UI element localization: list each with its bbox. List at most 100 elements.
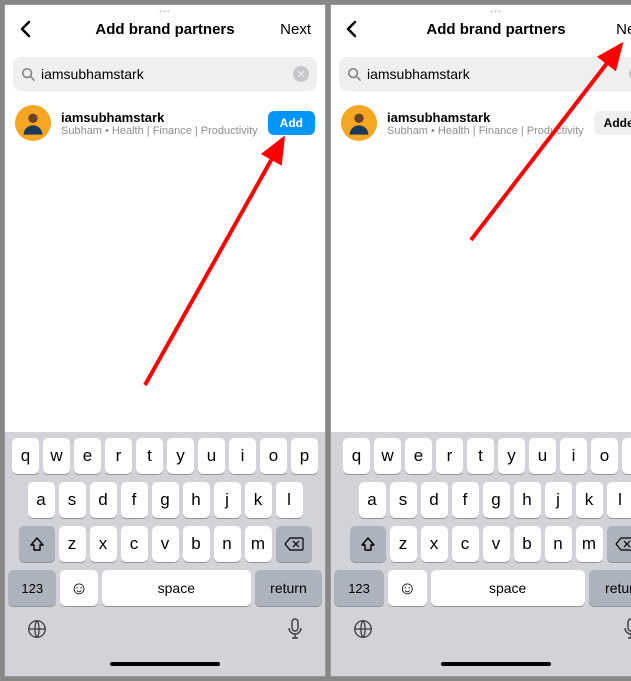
key-s[interactable]: s (59, 482, 86, 518)
next-button[interactable]: Next (610, 17, 631, 42)
key-q[interactable]: q (12, 438, 39, 474)
key-e[interactable]: e (74, 438, 101, 474)
key-t[interactable]: t (136, 438, 163, 474)
key-n[interactable]: n (214, 526, 241, 562)
result-text: iamsubhamstark Subham • Health | Finance… (387, 110, 584, 137)
key-s[interactable]: s (390, 482, 417, 518)
page-title: Add brand partners (331, 21, 631, 38)
key-i[interactable]: i (229, 438, 256, 474)
key-h[interactable]: h (514, 482, 541, 518)
key-d[interactable]: d (421, 482, 448, 518)
key-j[interactable]: j (545, 482, 572, 518)
keyboard-row-4: 123 ☺ space return (8, 570, 322, 606)
next-button[interactable]: Next (274, 17, 317, 42)
search-result-row[interactable]: iamsubhamstark Subham • Health | Finance… (331, 99, 631, 147)
key-k[interactable]: k (576, 482, 603, 518)
back-button[interactable] (13, 16, 39, 42)
keyboard-bottom-bar (8, 614, 322, 648)
keyboard: q w e r t y u i o p a s d f g h j k l z … (331, 432, 631, 676)
key-emoji[interactable]: ☺ (388, 570, 427, 606)
key-g[interactable]: g (152, 482, 179, 518)
search-result-row[interactable]: iamsubhamstark Subham • Health | Finance… (5, 99, 325, 147)
key-n[interactable]: n (545, 526, 572, 562)
key-u[interactable]: u (529, 438, 556, 474)
keyboard-row-1: q w e r t y u i o p (334, 438, 631, 474)
search-icon (21, 67, 35, 81)
search-field[interactable]: ✕ (339, 57, 631, 91)
key-space[interactable]: space (431, 570, 585, 606)
key-f[interactable]: f (121, 482, 148, 518)
key-l[interactable]: l (607, 482, 631, 518)
header: Add brand partners Next (5, 5, 325, 53)
result-username: iamsubhamstark (387, 110, 584, 125)
key-t[interactable]: t (467, 438, 494, 474)
key-return[interactable]: return (589, 570, 631, 606)
key-l[interactable]: l (276, 482, 303, 518)
key-z[interactable]: z (59, 526, 86, 562)
key-numbers[interactable]: 123 (334, 570, 384, 606)
key-m[interactable]: m (576, 526, 603, 562)
content-spacer (331, 147, 631, 432)
key-w[interactable]: w (43, 438, 70, 474)
keyboard-row-3: z x c v b n m (334, 526, 631, 562)
clear-search-icon[interactable]: ✕ (293, 66, 309, 82)
key-r[interactable]: r (436, 438, 463, 474)
home-indicator[interactable] (334, 656, 631, 672)
search-field[interactable]: ✕ (13, 57, 317, 91)
key-e[interactable]: e (405, 438, 432, 474)
key-shift[interactable] (350, 526, 386, 562)
key-f[interactable]: f (452, 482, 479, 518)
key-u[interactable]: u (198, 438, 225, 474)
key-y[interactable]: y (498, 438, 525, 474)
key-x[interactable]: x (421, 526, 448, 562)
keyboard: q w e r t y u i o p a s d f g h j k l z … (5, 432, 325, 676)
key-j[interactable]: j (214, 482, 241, 518)
key-b[interactable]: b (514, 526, 541, 562)
key-space[interactable]: space (102, 570, 251, 606)
key-p[interactable]: p (291, 438, 318, 474)
mic-icon[interactable] (286, 618, 304, 646)
key-k[interactable]: k (245, 482, 272, 518)
search-input[interactable] (367, 66, 623, 82)
key-c[interactable]: c (452, 526, 479, 562)
key-shift[interactable] (19, 526, 55, 562)
keyboard-row-2: a s d f g h j k l (334, 482, 631, 518)
key-w[interactable]: w (374, 438, 401, 474)
add-button[interactable]: Add (268, 111, 315, 135)
home-indicator[interactable] (8, 656, 322, 672)
header: Add brand partners Next (331, 5, 631, 53)
key-backspace[interactable] (607, 526, 631, 562)
key-o[interactable]: o (591, 438, 618, 474)
key-g[interactable]: g (483, 482, 510, 518)
key-o[interactable]: o (260, 438, 287, 474)
globe-icon[interactable] (352, 618, 374, 646)
key-y[interactable]: y (167, 438, 194, 474)
key-return[interactable]: return (255, 570, 322, 606)
key-z[interactable]: z (390, 526, 417, 562)
key-b[interactable]: b (183, 526, 210, 562)
mic-icon[interactable] (622, 618, 631, 646)
search-input[interactable] (41, 66, 287, 82)
added-button[interactable]: Added (594, 111, 631, 135)
key-x[interactable]: x (90, 526, 117, 562)
key-c[interactable]: c (121, 526, 148, 562)
key-p[interactable]: p (622, 438, 631, 474)
key-backspace[interactable] (276, 526, 312, 562)
key-m[interactable]: m (245, 526, 272, 562)
key-d[interactable]: d (90, 482, 117, 518)
key-v[interactable]: v (483, 526, 510, 562)
key-q[interactable]: q (343, 438, 370, 474)
result-text: iamsubhamstark Subham • Health | Finance… (61, 110, 258, 137)
key-a[interactable]: a (359, 482, 386, 518)
key-i[interactable]: i (560, 438, 587, 474)
keyboard-row-3: z x c v b n m (8, 526, 322, 562)
key-v[interactable]: v (152, 526, 179, 562)
key-numbers[interactable]: 123 (8, 570, 56, 606)
globe-icon[interactable] (26, 618, 48, 646)
key-r[interactable]: r (105, 438, 132, 474)
key-emoji[interactable]: ☺ (60, 570, 97, 606)
key-a[interactable]: a (28, 482, 55, 518)
content-spacer (5, 147, 325, 432)
back-button[interactable] (339, 16, 365, 42)
key-h[interactable]: h (183, 482, 210, 518)
